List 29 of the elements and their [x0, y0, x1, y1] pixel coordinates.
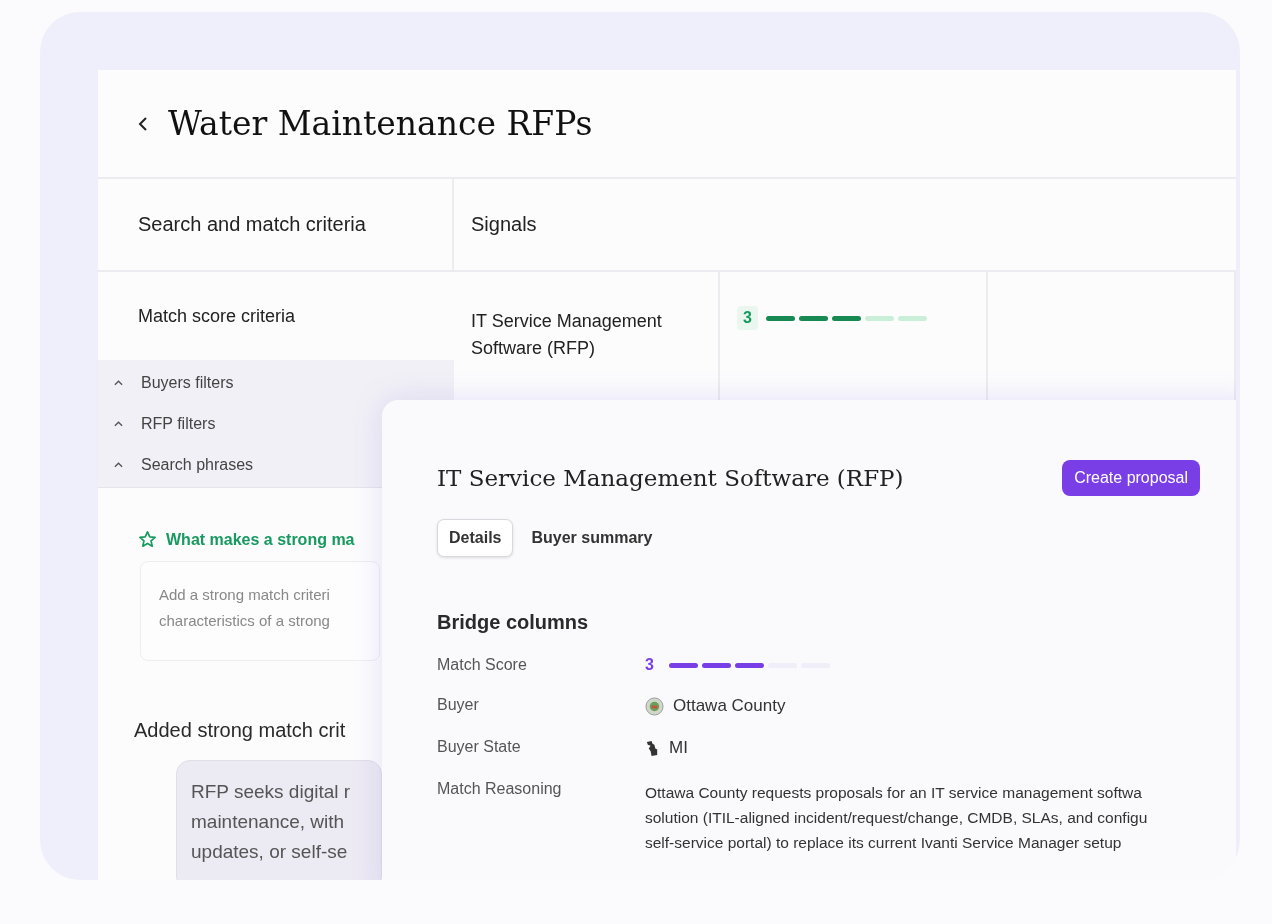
field-label: Buyer State — [437, 738, 522, 756]
field-value: Ottawa County — [673, 696, 786, 716]
criteria-text: RFP seeks digital r maintenance, with updates, or self-se — [191, 780, 352, 864]
filter-section-toggle[interactable]: RFP filters — [98, 403, 366, 444]
score-value: 3 — [645, 656, 654, 674]
create-proposal-button[interactable]: Create proposal — [1062, 460, 1200, 496]
page-title: Water Maintenance RFPs — [168, 104, 593, 143]
match-reasoning-text: Ottawa County requests proposals for an IT service management softwa solution (ITIL-aligned incident/request/change, CMDB, SLAs, and configu self-service portal) to replace its current Ivanti Service Manager setup — [645, 783, 1148, 853]
column-header: Search and match criteria — [98, 179, 454, 272]
filter-section-toggle[interactable]: Buyers filters — [98, 362, 366, 403]
seal-icon — [645, 696, 664, 716]
state-shape-icon — [645, 739, 660, 757]
field-label: Match Reasoning — [437, 780, 563, 798]
strong-match-heading: What makes a strong ma — [166, 530, 355, 549]
score-badge: 3 — [737, 306, 758, 330]
back-chevron-icon[interactable] — [138, 115, 148, 132]
tab[interactable]: Details — [437, 519, 514, 557]
criteria-input-field[interactable]: Add a strong match criteri characteristics of a strong — [140, 561, 380, 661]
column-header: Signals — [454, 179, 1236, 272]
filter-section-toggle[interactable]: Search phrases — [98, 444, 366, 485]
detail-title: IT Service Management Software (RFP) — [437, 465, 904, 491]
field-value: MI — [669, 738, 688, 758]
star-outline-icon — [138, 530, 157, 549]
field-label: Match Score — [437, 656, 528, 674]
section-heading: Bridge columns — [437, 611, 590, 634]
section-heading: Match score criteria — [137, 304, 297, 328]
field-label: Buyer — [437, 696, 480, 714]
tab[interactable]: Buyer summary — [519, 519, 665, 557]
added-criteria-heading: Added strong match crit — [134, 719, 347, 742]
